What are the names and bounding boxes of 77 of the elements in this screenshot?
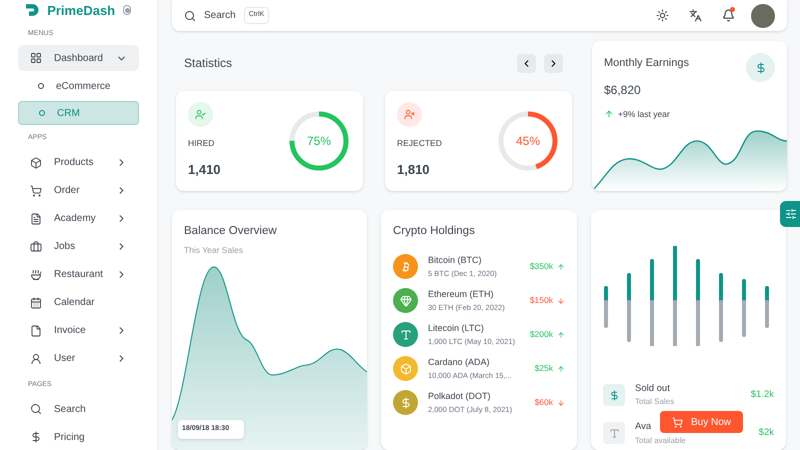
dashboard-icon xyxy=(30,52,42,64)
coin-value: $25k xyxy=(534,362,553,376)
sidebar-item[interactable]: Academy xyxy=(18,206,139,232)
sidebar-item[interactable]: Pricing xyxy=(18,424,139,450)
sales-title: Ava xyxy=(635,420,652,434)
stat-label: REJECTED xyxy=(397,137,443,150)
search-icon xyxy=(30,403,42,415)
sidebar-item[interactable]: Dashboard xyxy=(18,45,139,71)
arrow-down-icon xyxy=(557,398,565,407)
file-icon xyxy=(30,324,42,336)
settings-button[interactable] xyxy=(780,201,800,227)
stat-value: 1,410 xyxy=(188,161,222,180)
coin-name: Litecoin (LTC) xyxy=(428,322,485,336)
section-title: Statistics xyxy=(184,55,234,72)
arrow-up-icon xyxy=(557,330,565,339)
card-subtitle: This Year Sales xyxy=(184,244,244,257)
coin-name: Cardano (ADA) xyxy=(428,356,491,370)
settings-icon xyxy=(785,208,797,220)
bowl-icon xyxy=(30,268,42,280)
percent-text: 75% xyxy=(306,133,332,150)
search-field[interactable]: Search xyxy=(204,8,236,23)
sidebar-item[interactable]: Restaurant xyxy=(18,262,139,288)
radio-toggle-icon xyxy=(123,5,131,16)
calendar-icon xyxy=(30,296,42,308)
coin-value: $200k xyxy=(530,328,553,342)
earnings-change: +9% last year xyxy=(618,108,670,120)
arrow-up-icon xyxy=(604,108,614,119)
sales-subtitle: Total available xyxy=(635,434,686,446)
sidebar-item[interactable]: User xyxy=(18,346,139,372)
coin-value: $350k xyxy=(530,260,553,274)
arrow-up-icon xyxy=(557,364,565,373)
avatar[interactable] xyxy=(751,4,775,28)
sales-value: $2k xyxy=(758,426,774,440)
stat-value: 1,810 xyxy=(397,161,431,180)
coin-name: Polkadot (DOT) xyxy=(428,390,492,404)
coin-value: $60k xyxy=(534,396,553,410)
brand-name: PrimeDash xyxy=(47,2,116,20)
sidebar-item[interactable]: Calendar xyxy=(18,290,139,316)
search-icon xyxy=(184,10,196,22)
sales-value: $1.2k xyxy=(750,388,774,402)
user-x-icon xyxy=(397,102,422,128)
sales-title: Sold out xyxy=(635,382,670,396)
document-icon xyxy=(30,212,42,224)
box-icon xyxy=(30,156,42,168)
percent-text: 45% xyxy=(514,133,542,150)
user-icon xyxy=(30,352,42,364)
logo-icon xyxy=(26,2,40,18)
letter-icon xyxy=(603,422,625,444)
sidebar-item[interactable]: Invoice xyxy=(18,318,139,344)
sidebar-item[interactable]: Jobs xyxy=(18,234,139,260)
earnings-amount: $6,820 xyxy=(604,82,642,98)
previous-button[interactable] xyxy=(517,54,536,72)
coin-name: Bitcoin (BTC) xyxy=(428,254,483,268)
cart-icon xyxy=(672,416,683,428)
next-button[interactable] xyxy=(544,54,563,72)
card-title: Balance Overview xyxy=(184,224,278,239)
stat-label: HIRED xyxy=(188,137,216,150)
sidebar-item[interactable]: Order xyxy=(18,178,139,204)
coin-value: $150k xyxy=(530,294,553,308)
arrow-down-icon xyxy=(557,296,565,305)
sidebar-subitem[interactable]: eCommerce xyxy=(18,74,139,98)
sidebar-item[interactable]: Search xyxy=(18,396,139,422)
arrow-up-icon xyxy=(557,262,565,271)
dollar-icon xyxy=(603,384,625,406)
card-title: Crypto Holdings xyxy=(393,224,476,239)
language-button[interactable] xyxy=(689,9,702,22)
cart-icon xyxy=(30,184,42,196)
briefcase-icon xyxy=(30,240,42,252)
theme-button[interactable] xyxy=(656,9,669,22)
sidebar-item[interactable]: Products xyxy=(18,150,139,176)
card-title: Monthly Earnings xyxy=(604,56,690,71)
sales-subtitle: Total Sales xyxy=(635,396,674,408)
user-check-icon xyxy=(188,102,213,128)
dollar-icon xyxy=(746,53,775,82)
notification-button[interactable] xyxy=(722,9,735,22)
coin-name: Ethereum (ETH) xyxy=(428,288,495,302)
dollar-icon xyxy=(30,431,42,443)
